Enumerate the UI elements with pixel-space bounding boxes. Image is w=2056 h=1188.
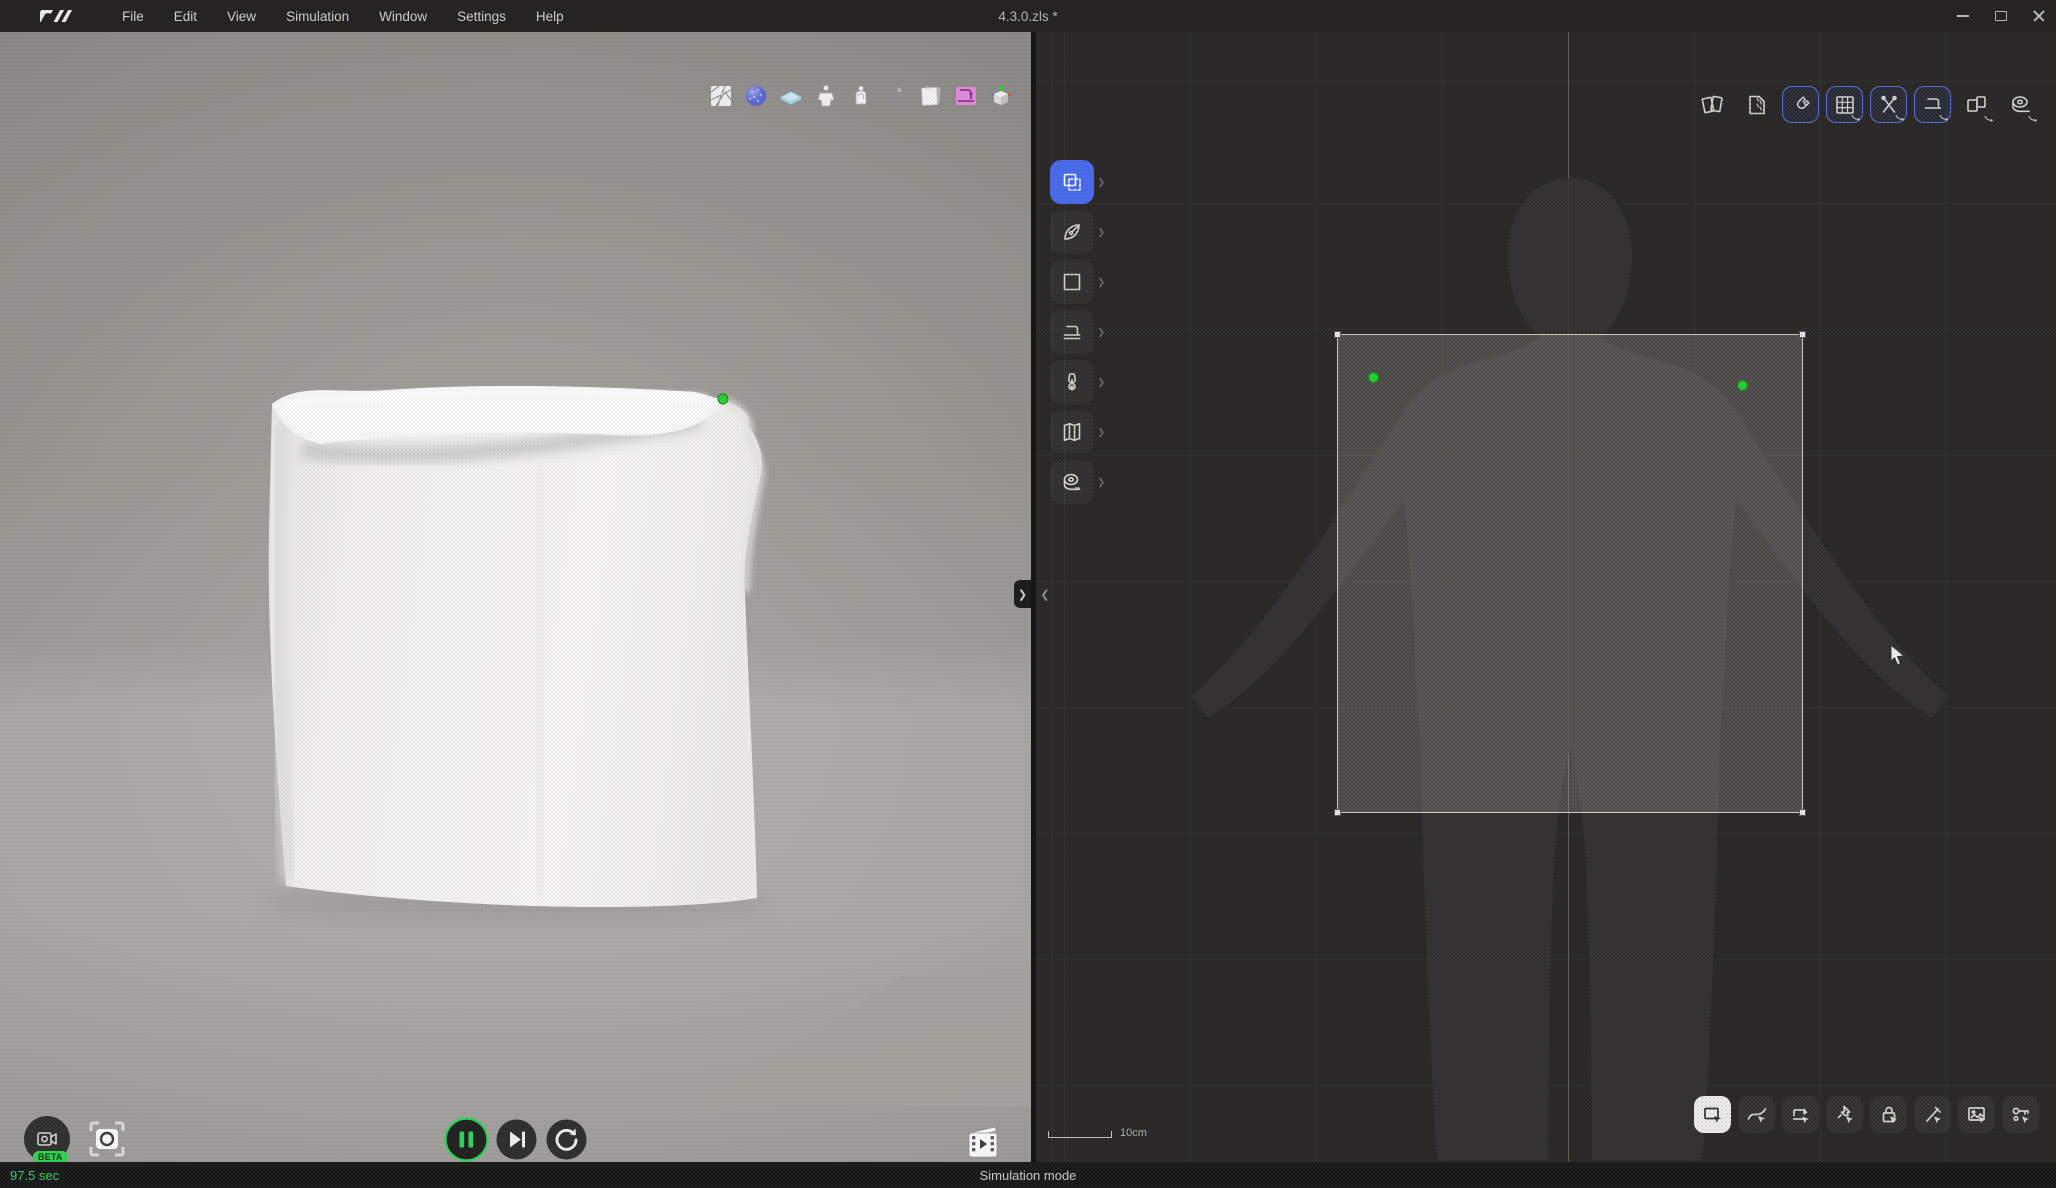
pattern-tool-sidebar: ❯ ❯ ❯ ❯ ❯ ❯ (1050, 160, 1094, 504)
pattern-handle[interactable] (1334, 331, 1341, 338)
cloth-3d[interactable] (240, 342, 800, 942)
flyout-chevron-icon: ❯ (1097, 327, 1105, 338)
pin-point-right[interactable] (1737, 380, 1748, 391)
sewing-machine-view-icon[interactable] (953, 83, 979, 109)
pin-tool[interactable] (1826, 1096, 1863, 1133)
dropdown-indicator-icon (1851, 114, 1860, 121)
needle-tool[interactable] (1914, 1096, 1951, 1133)
pin-point-left[interactable] (1368, 372, 1379, 383)
gizmo-cube-view-icon[interactable] (988, 83, 1014, 109)
mode-label: Simulation mode (980, 1168, 1077, 1183)
flyout-chevron-icon: ❯ (1097, 377, 1105, 388)
tape-measure-tool[interactable]: ❯ (1050, 460, 1094, 504)
sewing-tool[interactable]: ❯ (1050, 310, 1094, 354)
window-controls (1956, 0, 2046, 32)
app-logo-icon (40, 6, 80, 26)
toolbar-2d-top (1694, 86, 2039, 123)
menu-file[interactable]: File (122, 9, 144, 24)
edit-curvature-tool[interactable]: ❯ (1050, 210, 1094, 254)
menu-edit[interactable]: Edit (174, 9, 197, 24)
maximize-button[interactable] (1994, 9, 2008, 23)
particle-view-icon[interactable] (743, 83, 769, 109)
pattern-sheet-view-icon[interactable] (918, 83, 944, 109)
menu-view[interactable]: View (227, 9, 256, 24)
rectangle-tool[interactable]: ❯ (1050, 260, 1094, 304)
menu-window[interactable]: Window (379, 9, 427, 24)
snapshot-button[interactable] (87, 1119, 127, 1159)
toolbar-2d-bottom (1694, 1096, 2039, 1133)
animation-editor-button[interactable] (965, 1125, 1001, 1159)
fabric-texture-button[interactable] (1738, 86, 1775, 123)
collapse-left-button[interactable]: ❯ (1014, 580, 1031, 608)
beta-badge: BETA (33, 1151, 68, 1162)
toolbar-3d-display (708, 83, 1014, 109)
pattern-handle[interactable] (1334, 809, 1341, 816)
arrange-pattern-tool[interactable] (1782, 1096, 1819, 1133)
close-button[interactable] (2032, 9, 2046, 23)
select-curve-tool[interactable] (1738, 1096, 1775, 1133)
restart-button[interactable] (544, 1117, 589, 1162)
lock-tool[interactable] (1870, 1096, 1907, 1133)
collapse-right-button[interactable]: ❮ (1037, 583, 1053, 605)
close-icon (2033, 10, 2045, 22)
menu-settings[interactable]: Settings (457, 9, 506, 24)
dropdown-indicator-icon (1984, 115, 1993, 122)
swatch-button[interactable] (1694, 86, 1731, 123)
scale-label: 10cm (1120, 1128, 1147, 1138)
window-title: 4.3.0.zls * (998, 9, 1057, 24)
step-forward-button[interactable] (494, 1117, 539, 1162)
maximize-icon (1995, 11, 2007, 21)
chevron-right-icon: ❯ (1018, 588, 1027, 601)
flyout-chevron-icon: ❯ (1097, 177, 1105, 188)
tape-measure-button[interactable] (2002, 86, 2039, 123)
playback-controls (444, 1117, 589, 1162)
pause-button[interactable] (444, 1117, 489, 1162)
dropdown-indicator-icon (1895, 114, 1904, 121)
pleats-fold-tool[interactable]: ❯ (1050, 410, 1094, 454)
garment-view-icon[interactable] (848, 83, 874, 109)
menu-bar: File Edit View Simulation Window Setting… (122, 9, 564, 24)
capture-group: BETA (24, 1116, 127, 1162)
seam-sewing-button[interactable] (1914, 86, 1951, 123)
flyout-chevron-icon: ❯ (1097, 277, 1105, 288)
magnet-snap-button[interactable] (1782, 86, 1819, 123)
transform-pattern-tool[interactable]: ❯ (1050, 160, 1094, 204)
avatar-silhouette-view-icon[interactable] (883, 83, 909, 109)
mesh-view-icon[interactable] (708, 83, 734, 109)
pattern-handle[interactable] (1799, 809, 1806, 816)
scale-line (1048, 1131, 1112, 1138)
statusbar: 97.5 sec Simulation mode (0, 1162, 2056, 1188)
dropdown-indicator-icon (1939, 114, 1948, 121)
pattern-panels-button[interactable] (1958, 86, 1995, 123)
flyout-chevron-icon: ❯ (1097, 477, 1105, 488)
flyout-chevron-icon: ❯ (1097, 427, 1105, 438)
select-box-tool[interactable] (1694, 1096, 1731, 1133)
select-texture-tool[interactable] (1958, 1096, 1995, 1133)
minimize-icon (1957, 15, 1969, 17)
pin-cross-button[interactable] (1870, 86, 1907, 123)
simulation-time: 97.5 sec (10, 1168, 59, 1183)
zipper-tool[interactable]: ❯ (1050, 360, 1094, 404)
viewport-3d[interactable]: BETA (0, 32, 1031, 1162)
minimize-button[interactable] (1956, 9, 1970, 23)
record-video-button[interactable]: BETA (24, 1116, 70, 1162)
panel-divider[interactable]: ❯ ❮ (1031, 32, 1036, 1162)
pattern-handle[interactable] (1799, 331, 1806, 338)
select-key-tool[interactable] (2002, 1096, 2039, 1133)
titlebar: File Edit View Simulation Window Setting… (0, 0, 2056, 32)
pattern-piece[interactable] (1337, 334, 1803, 813)
menu-help[interactable]: Help (536, 9, 564, 24)
menu-simulation[interactable]: Simulation (286, 9, 349, 24)
viewport-2d[interactable]: ❯ ❯ ❯ ❯ ❯ ❯ (1036, 32, 2056, 1162)
fabric-layer-view-icon[interactable] (778, 83, 804, 109)
app-window: File Edit View Simulation Window Setting… (0, 0, 2056, 1188)
flyout-chevron-icon: ❯ (1097, 227, 1105, 238)
chevron-left-icon: ❮ (1040, 588, 1049, 601)
avatar-dress-view-icon[interactable] (813, 83, 839, 109)
pin-point-3d (718, 394, 728, 404)
scale-bar: 10cm (1048, 1128, 1147, 1138)
mouse-cursor (1888, 644, 1908, 666)
dropdown-indicator-icon (2028, 115, 2037, 122)
grid-snap-button[interactable] (1826, 86, 1863, 123)
